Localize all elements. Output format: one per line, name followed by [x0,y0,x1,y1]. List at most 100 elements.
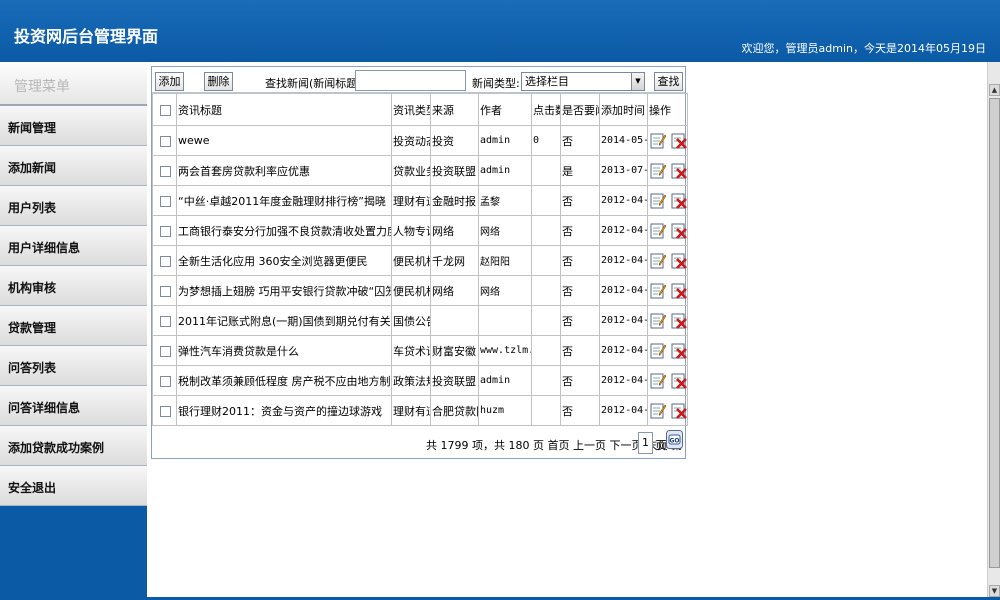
cell-title[interactable]: 全新生活化应用 360安全浏览器更便民 [176,245,392,276]
row-checkbox[interactable] [160,195,171,207]
sidebar-item-qa-list[interactable]: 问答列表 [0,346,147,386]
delete-button[interactable]: 删除 [204,72,233,91]
sidebar-item-user-details[interactable]: 用户详细信息 [0,226,147,266]
cell-date: 2012-04-27 [599,365,648,396]
edit-icon[interactable] [650,162,666,179]
scrollbar-thumb[interactable] [989,98,1000,568]
delete-icon[interactable] [671,252,687,269]
sidebar-item-news-management[interactable]: 新闻管理 [0,106,147,146]
cell-type: 理财有道 [391,395,431,426]
cell-title[interactable]: 为梦想插上翅膀 巧用平安银行贷款冲破“囚笼” [176,275,392,306]
cell-type: 便民机构 [391,275,431,306]
row-checkbox[interactable] [160,255,171,267]
main-content: 添加 删除 查找新闻(新闻标题): 新闻类型: 选择栏目 ▼ 查找 资讯标题 资… [147,62,987,597]
delete-icon[interactable] [671,162,687,179]
type-label: 新闻类型: [472,77,520,90]
delete-icon[interactable] [671,342,687,359]
row-checkbox[interactable] [160,225,171,237]
sidebar-item-loan-management[interactable]: 贷款管理 [0,306,147,346]
edit-icon[interactable] [650,342,666,359]
chevron-down-icon[interactable]: ▼ [631,73,644,90]
cell-type: 贷款业务 [391,155,431,186]
row-checkbox[interactable] [160,135,171,147]
delete-icon[interactable] [671,372,687,389]
scroll-down-icon[interactable]: ▼ [989,585,1000,597]
cell-headline: 否 [560,305,600,336]
delete-icon[interactable] [671,282,687,299]
news-panel: 添加 删除 查找新闻(新闻标题): 新闻类型: 选择栏目 ▼ 查找 资讯标题 资… [151,66,688,459]
sidebar-item-user-list[interactable]: 用户列表 [0,186,147,226]
cell-title[interactable]: 税制改革须兼顾低程度 房产税不应由地方制定 [176,365,392,396]
cell-headline: 否 [560,275,600,306]
sidebar-item-add-news[interactable]: 添加新闻 [0,146,147,186]
table-row: 2011年记账式附息(一期)国债到期兑付有关事项的通知国债公告 否2012-04-… [152,305,688,336]
cell-author: www.tzlm.cn [478,335,532,366]
edit-icon[interactable] [650,282,666,299]
edit-icon[interactable] [650,372,666,389]
cell-clicks [531,335,561,366]
sidebar-item-institution-review[interactable]: 机构审核 [0,266,147,306]
cell-source: 投资 [430,125,479,156]
sidebar-item-logout[interactable]: 安全退出 [0,466,147,506]
cell-headline: 否 [560,215,600,246]
find-button[interactable]: 查找 [654,72,683,91]
add-button[interactable]: 添加 [155,72,184,91]
cell-author: huzm [478,395,532,426]
sidebar: 管理菜单 新闻管理 添加新闻 用户列表 用户详细信息 机构审核 贷款管理 问答列… [0,62,147,600]
row-checkbox[interactable] [160,345,171,357]
edit-icon[interactable] [650,252,666,269]
cell-date: 2012-04-28 [599,245,648,276]
cell-date: 2013-07-16 [599,155,648,186]
search-input[interactable] [355,70,466,91]
delete-icon[interactable] [671,402,687,419]
delete-icon[interactable] [671,132,687,149]
delete-icon[interactable] [671,222,687,239]
cell-title[interactable]: 弹性汽车消费贷款是什么 [176,335,392,366]
edit-icon[interactable] [650,402,666,419]
table-row: 两会首套房贷款利率应优惠贷款业务投资联盟admin 是2013-07-16 [152,155,688,186]
cell-date: 2012-04-28 [599,185,648,216]
cell-title[interactable]: 两会首套房贷款利率应优惠 [176,155,392,186]
sidebar-title: 管理菜单 [0,62,147,106]
row-select-cell [152,245,177,276]
table-body: wewe投资动态投资admin0否2014-05-19 两会首套房贷款利率应优惠… [152,125,688,426]
cell-title[interactable]: wewe [176,125,392,156]
cell-title[interactable]: 工商银行泰安分行加强不良贷款清收处置力度 [176,215,392,246]
cell-clicks [531,215,561,246]
sidebar-item-qa-details[interactable]: 问答详细信息 [0,386,147,426]
scroll-up-icon[interactable]: ▲ [989,84,1000,96]
cell-headline: 否 [560,125,600,156]
row-checkbox[interactable] [160,315,171,327]
cell-title[interactable]: “中丝·卓越2011年度金融理财排行榜”揭晓 [176,185,392,216]
cell-title[interactable]: 银行理财2011：资金与资产的撞边球游戏 [176,395,392,426]
edit-icon[interactable] [650,132,666,149]
select-all-checkbox[interactable] [160,104,171,116]
delete-icon[interactable] [671,192,687,209]
news-type-select[interactable]: 选择栏目 ▼ [521,72,645,91]
cell-author: 网络 [478,215,532,246]
edit-icon[interactable] [650,222,666,239]
vertical-scrollbar[interactable]: ▲ ▼ [987,62,1000,597]
cell-source: 投资联盟 [430,155,479,186]
sidebar-item-add-loan-case[interactable]: 添加贷款成功案例 [0,426,147,466]
row-checkbox[interactable] [160,285,171,297]
col-source: 来源 [430,93,479,126]
edit-icon[interactable] [650,312,666,329]
delete-icon[interactable] [671,312,687,329]
table-row: 为梦想插上翅膀 巧用平安银行贷款冲破“囚笼”便民机构网络网络否2012-04-2… [152,275,688,306]
row-checkbox[interactable] [160,375,171,387]
cell-title[interactable]: 2011年记账式附息(一期)国债到期兑付有关事项的通知 [176,305,392,336]
cell-type: 投资动态 [391,125,431,156]
row-actions [647,185,688,216]
row-checkbox[interactable] [160,165,171,177]
row-actions [647,215,688,246]
row-select-cell [152,305,177,336]
edit-icon[interactable] [650,192,666,209]
row-checkbox[interactable] [160,405,171,417]
top-header: 投资网后台管理界面 欢迎您，管理员admin，今天是2014年05月19日 [0,0,1000,62]
page-number-input[interactable]: 1 [638,432,653,454]
cell-clicks [531,155,561,186]
go-icon[interactable]: GO [666,430,683,449]
table-row: 银行理财2011：资金与资产的撞边球游戏理财有道合肥贷款网huzm 否2012-0… [152,395,688,426]
cell-headline: 否 [560,365,600,396]
